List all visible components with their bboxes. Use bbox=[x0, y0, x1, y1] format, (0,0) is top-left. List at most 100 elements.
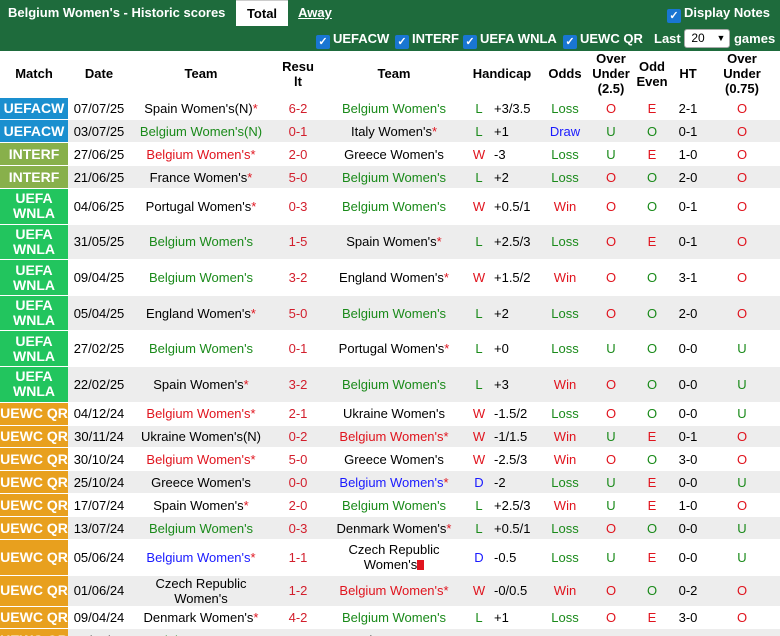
table-row[interactable]: UEFA WNLA 22/02/25 Spain Women's* 3-2 Belgiu… bbox=[0, 366, 780, 403]
home-team-cell[interactable]: Belgium Women's bbox=[130, 516, 272, 540]
score-cell[interactable]: 1-5 bbox=[272, 223, 324, 260]
table-row[interactable]: UEFA WNLA 31/05/25 Belgium Women's 1-5 Spain… bbox=[0, 223, 780, 260]
home-team-cell[interactable]: England Women's* bbox=[130, 294, 272, 331]
last-games-select[interactable]: 20 ▼ bbox=[684, 29, 731, 48]
table-row[interactable]: UEWC QR 09/04/24 Denmark Women's* 4-2 Belgiu… bbox=[0, 605, 780, 629]
table-row[interactable]: UEFA WNLA 27/02/25 Belgium Women's 0-1 Portu… bbox=[0, 330, 780, 367]
away-team-cell[interactable]: Czech Republic Women's bbox=[324, 538, 464, 576]
competition-cell[interactable]: UEWC QR bbox=[0, 424, 68, 448]
competition-cell[interactable]: UEWC QR bbox=[0, 538, 68, 576]
competition-cell[interactable]: INTERF bbox=[0, 142, 68, 166]
home-team-cell[interactable]: Ukraine Women's(N) bbox=[130, 424, 272, 448]
competition-cell[interactable]: UEFA WNLA bbox=[0, 366, 68, 403]
away-team-cell[interactable]: Belgium Women's bbox=[324, 605, 464, 629]
score-cell[interactable]: 2-0 bbox=[272, 142, 324, 166]
home-team-cell[interactable]: Portugal Women's* bbox=[130, 188, 272, 225]
home-team-cell[interactable]: Spain Women's* bbox=[130, 493, 272, 517]
checkbox-icon[interactable]: ✓ bbox=[395, 35, 409, 49]
home-team-cell[interactable]: Czech Republic Women's bbox=[130, 574, 272, 607]
competition-cell[interactable]: UEFACW bbox=[0, 119, 68, 143]
score-cell[interactable]: 1-1 bbox=[272, 538, 324, 576]
table-row[interactable]: UEFACW 03/07/25 Belgium Women's(N) 0-1 Italy… bbox=[0, 119, 780, 143]
score-cell[interactable]: 4-2 bbox=[272, 605, 324, 629]
away-team-cell[interactable]: Belgium Women's bbox=[324, 165, 464, 189]
home-team-cell[interactable]: Belgium Women's* bbox=[130, 142, 272, 166]
filter-uefacw[interactable]: ✓ UEFACW bbox=[316, 26, 389, 51]
competition-cell[interactable]: UEFA WNLA bbox=[0, 223, 68, 260]
filter-interf[interactable]: ✓ INTERF bbox=[395, 26, 459, 51]
home-team-cell[interactable]: Spain Women's(N)* bbox=[130, 96, 272, 120]
home-team-cell[interactable]: Belgium Women's bbox=[130, 223, 272, 260]
table-row[interactable]: UEWC QR06/04/24Belgium Women's0-7Spain W… bbox=[0, 628, 780, 636]
away-team-cell[interactable]: Spain Women's* bbox=[324, 223, 464, 260]
away-team-cell[interactable]: Denmark Women's* bbox=[324, 516, 464, 540]
score-cell[interactable]: 1-2 bbox=[272, 574, 324, 607]
table-row[interactable]: UEWC QR 25/10/24 Greece Women's 0-0 Belgium … bbox=[0, 470, 780, 494]
away-team-cell[interactable]: Belgium Women's bbox=[324, 188, 464, 225]
tab-total[interactable]: Total bbox=[236, 0, 288, 26]
away-team-cell[interactable]: Greece Women's bbox=[324, 142, 464, 166]
display-notes-toggle[interactable]: ✓ Display Notes bbox=[667, 0, 770, 26]
home-team-cell[interactable]: Belgium Women's bbox=[130, 330, 272, 367]
away-team-cell[interactable]: Belgium Women's* bbox=[324, 470, 464, 494]
home-team-cell[interactable]: Belgium Women's bbox=[130, 628, 272, 636]
score-cell[interactable]: 0-3 bbox=[272, 188, 324, 225]
score-cell[interactable]: 0-0 bbox=[272, 470, 324, 494]
away-team-cell[interactable]: Belgium Women's bbox=[324, 493, 464, 517]
away-team-cell[interactable]: England Women's* bbox=[324, 259, 464, 296]
home-team-cell[interactable]: Greece Women's bbox=[130, 470, 272, 494]
score-cell[interactable]: 3-2 bbox=[272, 366, 324, 403]
competition-cell[interactable]: UEFA WNLA bbox=[0, 330, 68, 367]
home-team-cell[interactable]: Denmark Women's* bbox=[130, 605, 272, 629]
away-team-cell[interactable]: Belgium Women's bbox=[324, 366, 464, 403]
score-cell[interactable]: 5-0 bbox=[272, 447, 324, 471]
score-cell[interactable]: 0-2 bbox=[272, 424, 324, 448]
checkbox-icon[interactable]: ✓ bbox=[463, 35, 477, 49]
score-cell[interactable]: 0-1 bbox=[272, 330, 324, 367]
competition-cell[interactable]: UEWC QR bbox=[0, 447, 68, 471]
competition-cell[interactable]: UEWC QR bbox=[0, 605, 68, 629]
home-team-cell[interactable]: Belgium Women's(N) bbox=[130, 119, 272, 143]
competition-cell[interactable]: INTERF bbox=[0, 165, 68, 189]
away-team-cell[interactable]: Greece Women's bbox=[324, 447, 464, 471]
table-row[interactable]: UEWC QR 04/12/24 Belgium Women's* 2-1 Ukrain… bbox=[0, 401, 780, 426]
home-team-cell[interactable]: Belgium Women's* bbox=[130, 538, 272, 576]
home-team-cell[interactable]: France Women's* bbox=[130, 165, 272, 189]
table-row[interactable]: INTERF 21/06/25 France Women's* 5-0 Belgium … bbox=[0, 165, 780, 189]
table-row[interactable]: UEWC QR 30/11/24 Ukraine Women's(N) 0-2 Belg… bbox=[0, 424, 780, 448]
competition-cell[interactable]: UEWC QR bbox=[0, 628, 68, 636]
competition-cell[interactable]: UEFA WNLA bbox=[0, 294, 68, 331]
score-cell[interactable]: 5-0 bbox=[272, 294, 324, 331]
checkbox-icon[interactable]: ✓ bbox=[316, 35, 330, 49]
away-team-cell[interactable]: Belgium Women's bbox=[324, 96, 464, 120]
table-row[interactable]: UEFA WNLA 05/04/25 England Women's* 5-0 Belg… bbox=[0, 294, 780, 331]
score-cell[interactable]: 0-1 bbox=[272, 119, 324, 143]
table-row[interactable]: INTERF 27/06/25 Belgium Women's* 2-0 Greece … bbox=[0, 142, 780, 166]
score-cell[interactable]: 6-2 bbox=[272, 96, 324, 120]
home-team-cell[interactable]: Belgium Women's* bbox=[130, 447, 272, 471]
away-team-cell[interactable]: Belgium Women's* bbox=[324, 424, 464, 448]
table-row[interactable]: UEWC QR 30/10/24 Belgium Women's* 5-0 Greece… bbox=[0, 447, 780, 471]
table-row[interactable]: UEWC QR 01/06/24 Czech Republic Women's 1-2… bbox=[0, 574, 780, 607]
table-row[interactable]: UEWC QR 13/07/24 Belgium Women's 0-3 Denmark… bbox=[0, 516, 780, 540]
competition-cell[interactable]: UEFA WNLA bbox=[0, 259, 68, 296]
home-team-cell[interactable]: Belgium Women's* bbox=[130, 401, 272, 426]
competition-cell[interactable]: UEWC QR bbox=[0, 493, 68, 517]
table-row[interactable]: UEFACW 07/07/25 Spain Women's(N)* 6-2 Belgiu… bbox=[0, 96, 780, 120]
away-team-cell[interactable]: Italy Women's* bbox=[324, 119, 464, 143]
table-row[interactable]: UEFA WNLA 09/04/25 Belgium Women's 3-2 Engla… bbox=[0, 259, 780, 296]
competition-cell[interactable]: UEFACW bbox=[0, 96, 68, 120]
competition-cell[interactable]: UEWC QR bbox=[0, 516, 68, 540]
competition-cell[interactable]: UEWC QR bbox=[0, 401, 68, 426]
score-cell[interactable]: 0-3 bbox=[272, 516, 324, 540]
away-team-cell[interactable]: Portugal Women's* bbox=[324, 330, 464, 367]
checkbox-icon[interactable]: ✓ bbox=[667, 9, 682, 23]
checkbox-icon[interactable]: ✓ bbox=[563, 35, 577, 49]
away-team-cell[interactable]: Ukraine Women's bbox=[324, 401, 464, 426]
away-team-cell[interactable]: Belgium Women's* bbox=[324, 574, 464, 607]
filter-uewc-qr[interactable]: ✓ UEWC QR bbox=[563, 26, 643, 51]
filter-uefa-wnla[interactable]: ✓ UEFA WNLA bbox=[463, 26, 557, 51]
score-cell[interactable]: 0-7 bbox=[272, 628, 324, 636]
competition-cell[interactable]: UEWC QR bbox=[0, 470, 68, 494]
home-team-cell[interactable]: Spain Women's* bbox=[130, 366, 272, 403]
